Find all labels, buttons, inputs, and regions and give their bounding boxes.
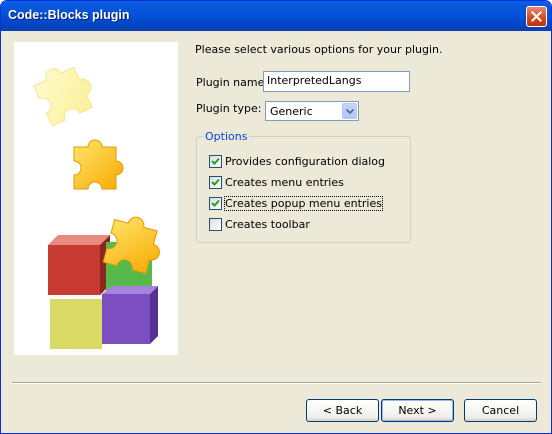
checkbox-menu-entries[interactable] xyxy=(209,176,222,189)
dropdown-arrow-button[interactable] xyxy=(342,103,357,119)
checkmark-icon xyxy=(211,178,220,186)
checkbox-config-dialog[interactable] xyxy=(209,155,222,168)
plugin-name-label: Plugin name: xyxy=(196,76,269,89)
chevron-down-icon xyxy=(346,109,354,114)
checkbox-toolbar[interactable] xyxy=(209,218,222,231)
plugin-type-select[interactable]: Generic xyxy=(265,101,359,121)
window-title: Code::Blocks plugin xyxy=(8,8,130,22)
checkmark-icon xyxy=(211,157,220,165)
option-label: Creates menu entries xyxy=(225,176,344,189)
checkbox-popup-menu-entries[interactable] xyxy=(209,197,222,210)
plugin-type-label: Plugin type: xyxy=(196,102,262,115)
puzzle-blocks-art xyxy=(14,42,178,355)
wizard-body: Please select various options for your p… xyxy=(4,31,548,431)
button-separator xyxy=(12,382,541,384)
close-button[interactable] xyxy=(526,6,547,27)
cancel-button[interactable]: Cancel xyxy=(464,399,537,422)
plugin-name-input[interactable]: InterpretedLangs xyxy=(263,71,410,92)
next-button[interactable]: Next > xyxy=(381,399,454,422)
plugin-type-value: Generic xyxy=(270,105,313,118)
options-legend: Options xyxy=(203,130,250,143)
options-group: Options Provides configuration dialog Cr… xyxy=(196,130,411,243)
option-label: Provides configuration dialog xyxy=(225,155,386,168)
option-label: Creates toolbar xyxy=(225,218,310,231)
checkmark-icon xyxy=(211,199,220,207)
intro-text: Please select various options for your p… xyxy=(195,43,443,56)
back-button[interactable]: < Back xyxy=(306,399,379,422)
option-label: Creates popup menu entries xyxy=(224,196,383,211)
wizard-window: Code::Blocks plugin Please select variou… xyxy=(0,0,552,434)
close-icon xyxy=(531,11,542,22)
title-bar[interactable]: Code::Blocks plugin xyxy=(1,1,551,31)
